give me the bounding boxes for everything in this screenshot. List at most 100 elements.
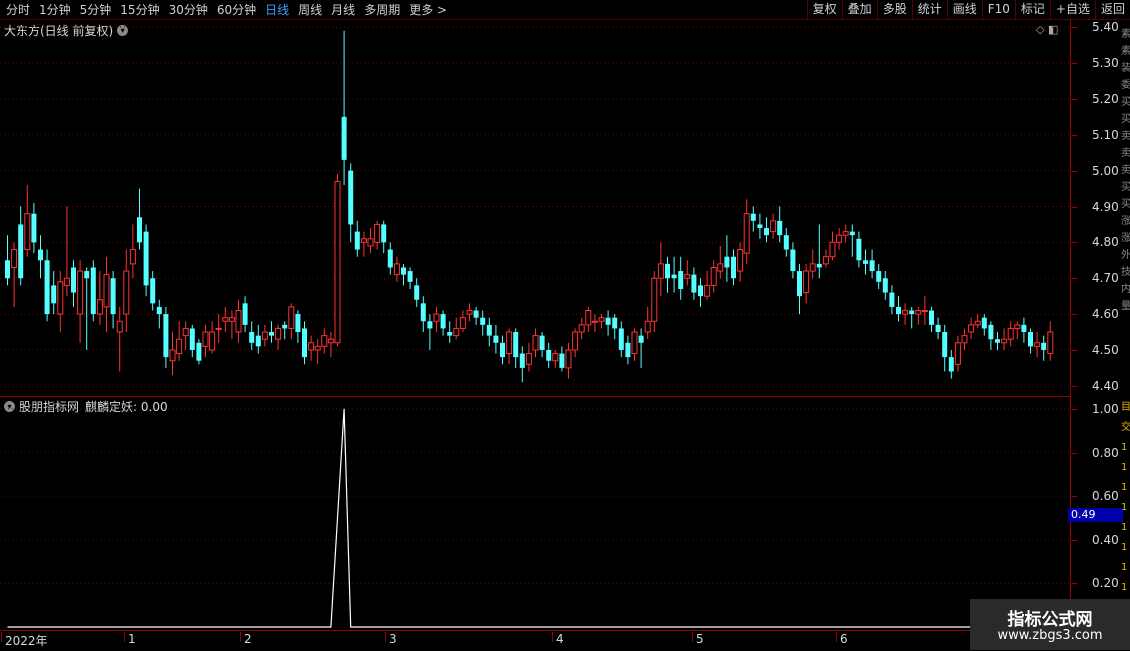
candle-body: [961, 335, 968, 344]
candle-body: [414, 285, 420, 300]
candle-body: [809, 263, 816, 272]
candle-body: [433, 313, 440, 322]
chart-svg[interactable]: [0, 0, 1130, 650]
candle-body: [31, 213, 37, 243]
candle-body: [598, 317, 605, 322]
price-axis-label: 4.40: [1092, 378, 1119, 393]
candle-body: [261, 331, 268, 340]
candle-body: [657, 263, 664, 279]
candle-body: [678, 271, 684, 289]
candle-body: [440, 314, 446, 329]
candle-body: [525, 353, 532, 365]
candle-body: [314, 345, 321, 351]
candle-body: [942, 332, 948, 358]
candle-body: [618, 328, 624, 350]
candle-body: [849, 231, 855, 236]
candle-body: [360, 238, 367, 243]
candle-body: [466, 310, 473, 315]
candle-body: [750, 213, 756, 221]
candle-body: [341, 116, 347, 160]
candle-body: [381, 224, 387, 243]
cursor-value: 0.49: [1068, 508, 1123, 522]
signal-line: [7, 408, 1051, 628]
candle-body: [506, 331, 513, 355]
indicator-axis-label: 0.40: [1092, 532, 1119, 547]
price-axis-tick: [1072, 242, 1077, 244]
candle-body: [671, 274, 677, 279]
candle-body: [123, 270, 130, 315]
candle-body: [665, 263, 670, 279]
price-axis-tick: [1072, 349, 1077, 351]
axis-divider: [1070, 19, 1071, 630]
candle-body: [704, 284, 711, 297]
indicator-axis-tick: [1072, 452, 1077, 454]
candle-body: [974, 320, 981, 326]
candle-body: [71, 267, 76, 293]
side-panel-edge[interactable]: 素素装委买买卖卖卖买买涨涨外技内量: [1121, 26, 1130, 396]
price-axis-tick: [1072, 27, 1077, 29]
price-axis-tick: [1072, 278, 1077, 280]
candle-body: [242, 303, 248, 325]
candle-body: [367, 238, 374, 247]
candle-body: [176, 338, 183, 355]
candle-body: [255, 335, 261, 347]
candle-body: [24, 213, 31, 251]
candle-body: [38, 249, 43, 261]
candle-body: [163, 314, 169, 358]
candle-body: [625, 342, 631, 358]
candle-body: [348, 170, 354, 225]
price-axis-label: 4.50: [1092, 342, 1119, 357]
candle-body: [770, 220, 777, 233]
candle-body: [929, 310, 934, 325]
side-panel-edge-lower[interactable]: 目交11111111: [1121, 398, 1130, 598]
candle-body: [249, 332, 255, 343]
candle-body: [954, 342, 961, 365]
candle-body: [1021, 324, 1027, 333]
candle-body: [57, 281, 64, 315]
candle-body: [77, 270, 84, 315]
candle-body: [915, 310, 922, 315]
candle-body: [948, 357, 954, 372]
candle-body: [103, 274, 110, 308]
candle-body: [1041, 342, 1047, 350]
candle-body: [684, 274, 691, 279]
candle-body: [129, 249, 136, 265]
candle-body: [876, 271, 882, 282]
candle-body: [1028, 332, 1033, 347]
candle-body: [334, 180, 341, 344]
price-axis-label: 5.00: [1092, 163, 1119, 178]
candle-body: [698, 285, 703, 297]
candle-body: [585, 310, 592, 326]
candle-body: [1034, 342, 1041, 347]
candle-body: [84, 271, 90, 279]
candle-body: [572, 331, 579, 351]
candle-body: [921, 310, 928, 313]
candle-body: [909, 310, 915, 315]
candle-body: [638, 335, 644, 343]
candle-body: [935, 324, 941, 333]
price-axis-label: 5.10: [1092, 127, 1119, 142]
indicator-axis-tick: [1072, 496, 1077, 498]
candle-body: [842, 231, 849, 236]
candle-body: [235, 310, 242, 333]
price-axis-label: 4.70: [1092, 271, 1119, 286]
price-axis-tick: [1072, 170, 1077, 172]
candle-body: [612, 317, 618, 329]
candle-body: [182, 327, 189, 337]
candle-body: [143, 231, 149, 286]
candle-body: [228, 317, 235, 322]
candle-body: [995, 339, 1000, 343]
candle-body: [374, 223, 381, 243]
candle-body: [777, 220, 783, 236]
candle-body: [202, 331, 209, 347]
x-label: 2022年: [1, 632, 48, 648]
candle-body: [743, 213, 750, 254]
indicator-axis-tick: [1072, 408, 1077, 410]
candle-body: [387, 249, 393, 268]
candle-body: [651, 277, 658, 322]
candle-body: [215, 327, 222, 330]
price-axis-tick: [1072, 206, 1077, 208]
price-axis-tick: [1072, 98, 1077, 100]
candle-body: [282, 324, 288, 329]
price-axis-tick: [1072, 63, 1077, 65]
